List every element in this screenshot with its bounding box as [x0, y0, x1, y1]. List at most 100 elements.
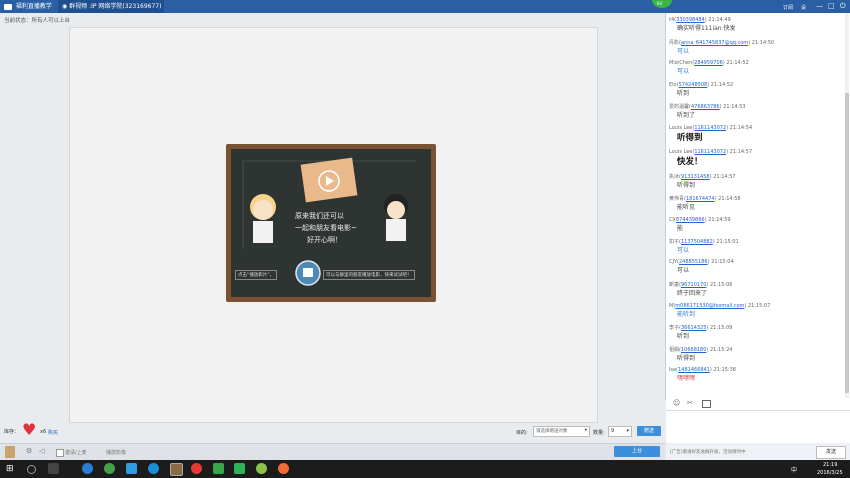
message-time: 21:15:09	[709, 325, 733, 332]
promo-hint-right: 可以与群里的朋友播放电影，快来试试吧！	[323, 270, 415, 280]
sender-id-link[interactable]: m086171530@foxmail.com	[675, 303, 744, 309]
sender-id-link[interactable]: 1137504882	[681, 239, 713, 245]
user-avatar-icon[interactable]	[5, 446, 15, 458]
room-tab[interactable]: ◉ 群视频 :IP 网络学院(323169677)	[58, 0, 164, 13]
task-view-icon[interactable]	[48, 463, 59, 474]
message-time: 21:14:53	[723, 104, 746, 111]
chat-footer: [广告]邀请好友进群升级，活动限时中 发送	[666, 443, 850, 460]
message-text: 终于回来了	[677, 290, 708, 297]
chat-message: 丹影(anna_641745837@qq.com) 21:14:50 可以	[669, 39, 774, 55]
chat-message: 黄伟青(181674474) 21:14:58 能听见	[669, 195, 741, 211]
chat-message: t4(330398484) 21:14:49 确实听得111ian 快发	[669, 17, 736, 32]
ime-indicator[interactable]: 中	[791, 465, 797, 474]
send-gift-button[interactable]: 赠送	[637, 426, 661, 436]
sender-name: 祖娟	[669, 346, 680, 353]
photos-app-icon[interactable]	[126, 463, 137, 474]
browser-blue-icon[interactable]	[148, 463, 159, 474]
edge-browser-icon[interactable]	[82, 463, 93, 474]
promo-line-1: 原来我们还可以	[295, 212, 344, 220]
chat-message-header: 祖娟(10668180) 21:15:24	[669, 346, 733, 353]
app-orange-icon[interactable]	[278, 463, 289, 474]
gift-bar: 库存： ♥ x6 购买 目的: 请选择赠送对象 ▾ 数量: 9 ▾ 赠送	[0, 422, 665, 442]
chat-message: 执冰(913131458) 21:14:57 听得到	[669, 173, 736, 189]
app-lime-icon[interactable]	[256, 463, 267, 474]
sender-name: Elo	[669, 81, 677, 88]
chat-message-header: 丹影(anna_641745837@qq.com) 21:14:50	[669, 39, 775, 46]
chrome-icon[interactable]	[191, 463, 202, 474]
send-button[interactable]: 发送	[816, 446, 846, 459]
chevron-down-icon: ▾	[626, 428, 629, 434]
chalkboard-surface: 原来我们还可以 一起和朋友看电影~ 好开心啊！ 点击“播放影片”， 可以与群里的…	[231, 149, 431, 297]
message-time: 21:14:54	[729, 125, 753, 131]
message-text: 能听到	[677, 310, 696, 318]
sender-name: Ise	[669, 367, 677, 374]
app-green-icon[interactable]	[104, 463, 115, 474]
go-on-stage-button[interactable]: 上台	[614, 446, 660, 457]
chat-message: 李子(36614325) 21:15:09 听到	[669, 324, 732, 340]
settings-button[interactable]: 设	[801, 4, 806, 11]
message-time: 21:14:59	[708, 217, 731, 224]
chevron-down-icon: ▾	[584, 428, 587, 433]
app-tab[interactable]: 福利直播教学	[4, 0, 52, 13]
avatar-badge[interactable]: 64	[652, 0, 672, 8]
play-video-button[interactable]: 播放影像	[106, 449, 126, 456]
minimize-button[interactable]: —	[816, 2, 823, 10]
speaker-icon[interactable]: ◁	[39, 447, 44, 455]
search-icon[interactable]	[27, 465, 36, 474]
message-text: 听得到	[677, 182, 696, 189]
message-time: 21:15:24	[709, 346, 733, 353]
ad-note[interactable]: [广告]邀请好友进群升级，活动限时中	[670, 449, 746, 455]
chat-message-header: Elo(574248508) 21:14:52	[669, 81, 734, 88]
close-button[interactable]: ⏻	[840, 2, 846, 11]
promo-line-2: 一起和朋友看电影~	[295, 224, 357, 232]
promo-hint-left: 点击“播放影片”，	[235, 270, 278, 280]
chat-scrollbar[interactable]	[845, 13, 849, 400]
maximize-button[interactable]: □	[828, 2, 835, 10]
message-time: 21:15:04	[711, 259, 734, 266]
message-text: 可以	[677, 47, 690, 55]
scroll-thumb[interactable]	[845, 93, 849, 393]
sender-id-link[interactable]: 10668180	[681, 347, 706, 353]
windows-start-icon[interactable]: ⊞	[6, 464, 14, 474]
sender-name: CJY	[669, 259, 678, 266]
wechat-icon[interactable]	[234, 463, 245, 474]
message-time: 21:14:57	[713, 174, 736, 180]
buy-link[interactable]: 购买	[48, 429, 58, 436]
sender-id-link[interactable]: 574248508	[679, 82, 708, 88]
mic-checkbox[interactable]	[56, 449, 64, 457]
sender-id-link[interactable]: 284959706	[694, 60, 723, 66]
chat-message-header: 口(674439866) 21:14:59	[669, 217, 731, 224]
sender-id-link[interactable]: anna_641745837@qq.com	[681, 40, 748, 46]
sender-name: M	[669, 302, 674, 309]
message-text: 能	[677, 225, 684, 233]
app-green2-icon[interactable]	[213, 463, 224, 474]
message-time: 21:14:52	[726, 60, 749, 67]
clock-time: 21:19	[823, 462, 838, 468]
heart-gift-icon[interactable]: ♥	[22, 422, 36, 438]
emoji-icon[interactable]: ☺	[673, 399, 680, 407]
chat-toolbar: ☺ ✂	[666, 398, 850, 410]
quantity-label: 数量:	[593, 430, 605, 436]
settings-icon[interactable]: ⚙	[26, 447, 32, 455]
qq-group-app-icon[interactable]	[170, 463, 183, 476]
chat-message: MistChen(284959706) 21:14:52 可以	[669, 60, 749, 75]
play-movie-button[interactable]	[296, 261, 320, 285]
message-time: 21:14:50	[751, 39, 775, 46]
message-text: 听到	[677, 333, 690, 341]
gift-target-select[interactable]: 请选择赠送对象 ▾	[533, 426, 590, 437]
sender-id-link[interactable]: 476863786	[691, 104, 720, 110]
message-text: 可以	[677, 246, 690, 254]
sender-name: 扣子	[669, 238, 680, 245]
message-text: 听到	[677, 89, 690, 97]
control-bar: ⚙ ◁ 邀请/上麦 播放影像 上台	[0, 443, 665, 461]
image-icon[interactable]	[702, 400, 711, 408]
chat-panel: t4(330398484) 21:14:49 确实听得111ian 快发丹影(an…	[665, 13, 850, 400]
scissors-icon[interactable]: ✂	[687, 399, 693, 407]
quantity-select[interactable]: 9 ▾	[608, 426, 632, 437]
sender-id-link[interactable]: 181674474	[686, 196, 715, 202]
chat-input[interactable]	[666, 410, 850, 444]
chat-message-header: 新童(96710170) 21:15:06	[669, 282, 733, 288]
sender-name: 口	[669, 217, 675, 224]
subscribe-button[interactable]: 订阅	[783, 4, 793, 11]
chat-message-header: M(m086171530@foxmail.com) 21:15:07	[669, 302, 771, 309]
